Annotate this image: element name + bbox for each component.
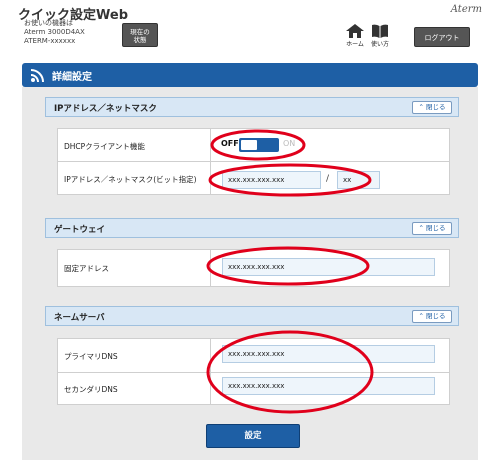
chevron-up-icon: ⌃ xyxy=(418,103,424,111)
guide-nav[interactable]: 使い方 xyxy=(368,24,392,48)
brand-logo: Aterm xyxy=(450,4,482,15)
device-line-1: お使いの機器は xyxy=(24,19,73,27)
submit-button[interactable]: 設定 xyxy=(206,424,300,448)
ip-collapse-button[interactable]: ⌃ 閉じる xyxy=(412,101,452,114)
chevron-up-icon: ⌃ xyxy=(418,224,424,232)
wifi-icon xyxy=(30,69,44,83)
primary-dns-input[interactable]: xxx.xxx.xxx.xxx xyxy=(222,345,435,363)
row-divider xyxy=(210,373,211,405)
ip-collapse-label: 閉じる xyxy=(426,103,446,111)
netmask-input[interactable]: xx xyxy=(337,171,380,189)
toggle-on-label: ON xyxy=(283,139,296,148)
home-nav[interactable]: ホーム xyxy=(343,24,367,48)
status-button-line-2: 状態 xyxy=(133,36,147,44)
row-divider xyxy=(210,250,211,286)
secondary-dns-input[interactable]: xxx.xxx.xxx.xxx xyxy=(222,377,435,395)
gateway-group-header: ゲートウェイ ⌃ 閉じる xyxy=(45,218,459,238)
gateway-collapse-label: 閉じる xyxy=(426,224,446,232)
primary-dns-label: プライマリDNS xyxy=(64,352,118,361)
gateway-group-title: ゲートウェイ xyxy=(54,225,106,235)
fixed-address-label: 固定アドレス xyxy=(64,264,109,273)
ip-address-input[interactable]: xxx.xxx.xxx.xxx xyxy=(222,171,321,189)
dns-group-header: ネームサーバ ⌃ 閉じる xyxy=(45,306,459,326)
chevron-up-icon: ⌃ xyxy=(418,312,424,320)
dns-collapse-label: 閉じる xyxy=(426,312,446,320)
toggle-off-label: OFF xyxy=(221,139,239,148)
ip-group-header: IPアドレス／ネットマスク ⌃ 閉じる xyxy=(45,97,459,117)
device-info: お使いの機器は Aterm 3000D4AX ATERM-xxxxxx xyxy=(24,19,85,46)
home-icon xyxy=(346,24,364,38)
fixed-address-input[interactable]: xxx.xxx.xxx.xxx xyxy=(222,258,435,276)
book-icon xyxy=(372,24,388,38)
row-divider xyxy=(210,162,211,195)
guide-label: 使い方 xyxy=(370,41,389,48)
section-title: 詳細設定 xyxy=(52,72,92,83)
toggle-track[interactable] xyxy=(239,138,279,152)
ip-group-title: IPアドレス／ネットマスク xyxy=(54,104,157,114)
row-divider xyxy=(210,339,211,372)
home-label: ホーム xyxy=(346,41,364,48)
section-header: 詳細設定 xyxy=(22,63,478,87)
ipmask-label: IPアドレス／ネットマスク(ビット指定) xyxy=(64,175,197,184)
row-divider xyxy=(210,129,211,161)
logout-button[interactable]: ログアウト xyxy=(414,27,470,47)
header: クイック設定Web お使いの機器は Aterm 3000D4AX ATERM-x… xyxy=(0,0,500,56)
ip-mask-separator: / xyxy=(326,174,330,184)
toggle-knob xyxy=(241,140,257,150)
device-model: Aterm 3000D4AX xyxy=(24,28,85,36)
dns-group-title: ネームサーバ xyxy=(54,313,105,323)
device-name: ATERM-xxxxxx xyxy=(24,37,76,45)
dns-collapse-button[interactable]: ⌃ 閉じる xyxy=(412,310,452,323)
status-button-line-1: 現在の xyxy=(130,28,150,36)
current-status-button[interactable]: 現在の 状態 xyxy=(122,23,158,47)
gateway-collapse-button[interactable]: ⌃ 閉じる xyxy=(412,222,452,235)
secondary-dns-label: セカンダリDNS xyxy=(64,385,118,394)
dhcp-label: DHCPクライアント機能 xyxy=(64,142,145,151)
